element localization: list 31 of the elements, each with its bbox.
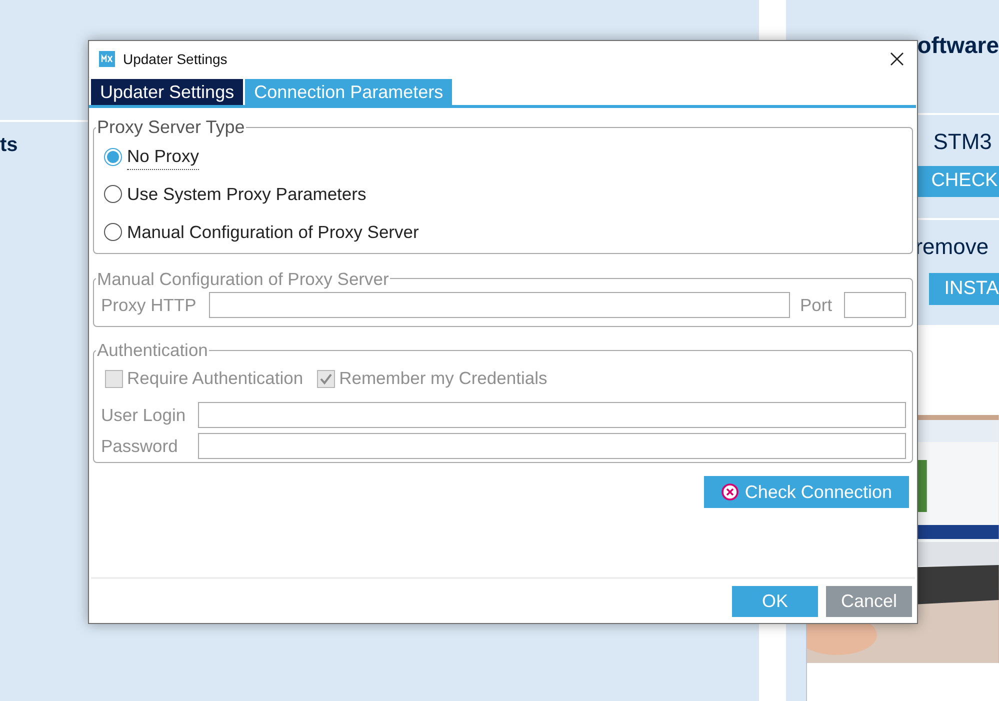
port-label: Port bbox=[800, 294, 834, 317]
radio-option[interactable]: Manual Configuration of Proxy Server bbox=[104, 218, 419, 245]
section-label: ts bbox=[0, 133, 18, 158]
group-title: Authentication bbox=[96, 339, 209, 362]
section-text: STM3 bbox=[933, 128, 993, 156]
page-heading: oftware bbox=[917, 32, 999, 58]
window-title: Updater Settings bbox=[123, 50, 228, 69]
cancel-button[interactable]: Cancel bbox=[826, 586, 912, 617]
radio-option[interactable]: No Proxy bbox=[104, 143, 199, 170]
check-connection-button[interactable]: Check Connection bbox=[704, 476, 909, 508]
radio-button[interactable] bbox=[104, 185, 122, 204]
checkbox-label: Remember my Credentials bbox=[339, 367, 548, 390]
tab[interactable]: Connection Parameters bbox=[245, 79, 452, 105]
app-icon bbox=[99, 51, 115, 67]
error-icon bbox=[720, 483, 739, 501]
radio-option[interactable]: Use System Proxy Parameters bbox=[104, 181, 366, 208]
field-label: User Login bbox=[101, 404, 187, 427]
field-label: Password bbox=[101, 434, 179, 458]
group-title: Proxy Server Type bbox=[96, 116, 246, 139]
checkbox-label: Require Authentication bbox=[127, 367, 304, 390]
ok-button[interactable]: OK bbox=[732, 586, 818, 617]
radio-label: Manual Configuration of Proxy Server bbox=[127, 220, 419, 244]
proxy-label: Proxy HTTP bbox=[101, 294, 198, 317]
radio-label: Use System Proxy Parameters bbox=[127, 183, 366, 206]
tab[interactable]: Updater Settings bbox=[91, 79, 244, 105]
close-icon bbox=[890, 52, 904, 66]
radio-label: No Proxy bbox=[127, 143, 199, 170]
group-title: Manual Configuration of Proxy Server bbox=[96, 268, 390, 291]
section-text: remove bbox=[915, 233, 990, 261]
radio-button[interactable] bbox=[104, 148, 122, 166]
radio-button[interactable] bbox=[104, 222, 122, 241]
